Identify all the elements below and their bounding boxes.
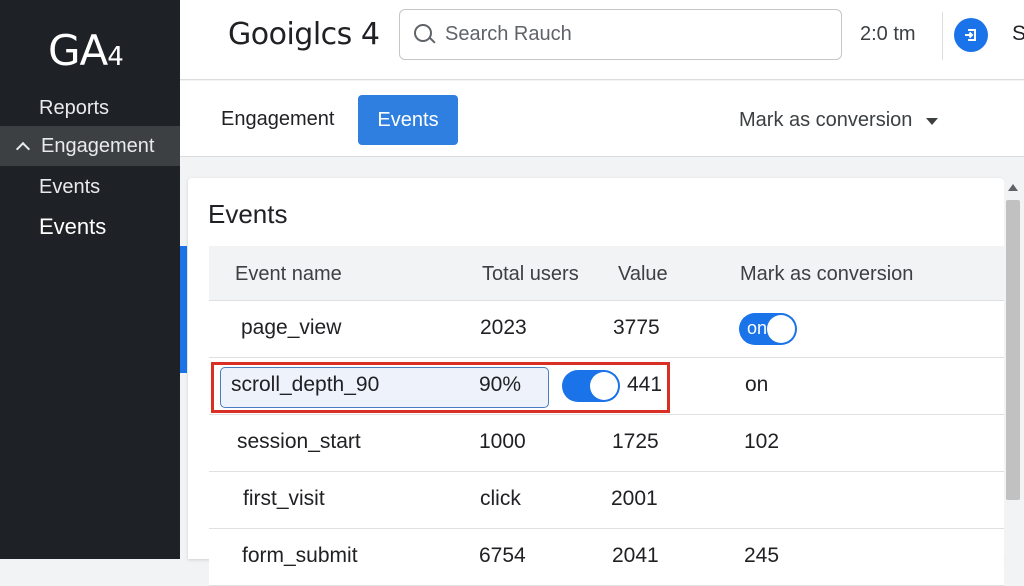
conversion-toggle[interactable] [562,370,620,402]
account-switch-icon[interactable] [954,18,988,52]
sidebar-item-label: Engagement [41,134,155,157]
total-users: 2023 [480,316,527,339]
scrollbar-thumb[interactable] [1006,200,1020,500]
table-row[interactable]: page_view 2023 3775 on [209,301,1004,358]
sidebar-item-events[interactable]: Events [0,167,180,207]
event-name: form_submit [242,544,358,567]
conversion-value: 102 [744,430,780,453]
table-header: Event name Total users Value Mark as con… [209,246,1004,301]
search-icon [414,23,436,46]
column-header[interactable]: Total users [482,263,579,286]
event-name: session_start [237,430,361,453]
search-input[interactable] [445,23,825,46]
sidebar-item-events-selected[interactable]: Events [0,207,180,247]
tab-events[interactable]: Events [358,95,458,145]
dropdown-label: Mark as conversion [739,109,913,131]
table-row-highlighted[interactable]: scroll_depth_90 90% 441 on [209,358,1004,415]
selection-accent-bar [180,246,187,373]
chevron-up-icon [15,141,31,157]
column-header[interactable]: Value [618,263,668,286]
sub-navigation: Engagement Events Mark as conversion [180,81,1024,157]
app-title: Gooiglcs 4 [228,17,380,52]
scroll-up-arrow-icon[interactable] [1008,184,1018,191]
sidebar: GA4 Reports Engagement Events Events [0,0,180,559]
value: 2041 [612,544,659,567]
conversion-value: 245 [744,544,780,567]
total-users: click [480,487,521,510]
table-row[interactable]: first_visit click 2001 [209,472,1004,529]
sidebar-item-label: Reports [39,96,110,119]
conversion-toggle[interactable]: on [739,313,797,345]
event-name: first_visit [243,487,325,510]
value: 2001 [611,487,658,510]
event-name: scroll_depth_90 [231,373,380,396]
top-bar: Gooiglcs 4 2:0 tm S [180,0,1024,80]
dropdown-arrow-icon [926,118,939,125]
total-users: 90% [479,373,522,396]
search-box[interactable] [399,9,842,60]
account-switch-glyph [965,29,976,41]
value: 1725 [612,430,659,453]
column-header[interactable]: Mark as conversion [740,263,913,286]
value: 3775 [613,316,660,339]
account-initial[interactable]: S [1012,22,1024,46]
toggle-knob [767,315,795,343]
sidebar-item-engagement[interactable]: Engagement [0,126,180,166]
table-row[interactable]: form_submit 6754 2041 245 [209,529,1004,586]
sidebar-item-reports[interactable]: Reports [0,88,180,128]
column-header[interactable]: Event name [235,263,342,286]
ga4-logo: GA4 [48,26,124,75]
toggle-label: on [747,318,768,338]
conversion-status: on [745,373,769,396]
total-users: 6754 [479,544,526,567]
sidebar-item-label: Events [39,175,101,198]
card-title: Events [208,199,288,229]
tab-engagement[interactable]: Engagement [221,108,334,131]
value: 441 [627,373,663,396]
total-users: 1000 [479,430,526,453]
mark-as-conversion-dropdown[interactable]: Mark as conversion [739,109,939,132]
sidebar-item-label: Events [39,214,107,239]
time-display: 2:0 tm [860,23,916,45]
events-card: Events Event name Total users Value Mark… [188,178,1004,586]
table-row[interactable]: session_start 1000 1725 102 [209,415,1004,472]
toggle-knob [590,372,618,400]
divider [942,12,943,60]
event-name: page_view [241,316,342,339]
